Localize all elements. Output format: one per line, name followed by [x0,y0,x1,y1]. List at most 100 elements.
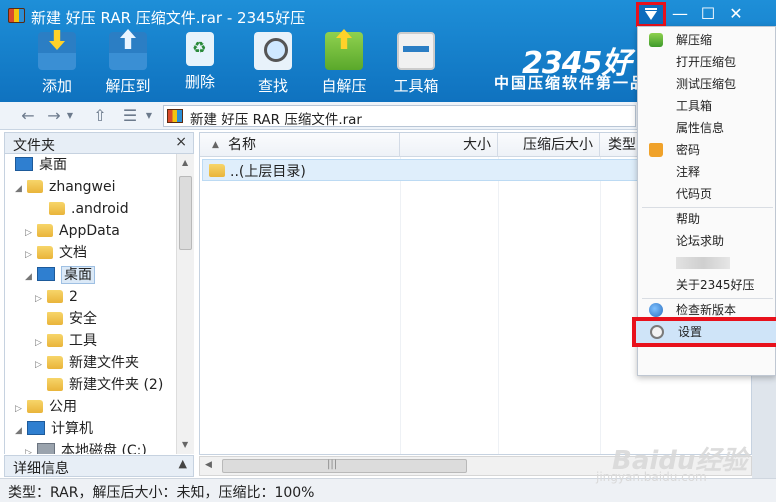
folder-tree: 桌面 ◢ zhangwei .android ▷ AppData ▷ 文档 ◢ 桌面 ▷… [4,154,176,454]
minimize-button[interactable]: — [666,2,694,26]
path-field[interactable]: 新建 好压 RAR 压缩文件.rar [163,105,636,128]
collapsed-arrow-icon[interactable]: ▷ [25,222,37,244]
menu-item-settings[interactable]: 设置 [632,317,776,347]
desktop-icon [37,267,55,281]
tree-item-appdata[interactable]: ▷ AppData [25,220,120,242]
column-size[interactable]: 大小 [400,133,498,157]
expanded-arrow-icon[interactable]: ◢ [15,420,27,442]
expanded-arrow-icon[interactable]: ◢ [25,266,37,288]
folder-panel-header: 文件夹 × [4,132,194,154]
collapsed-arrow-icon[interactable]: ▷ [35,354,47,376]
menu-bar-icon [645,8,657,10]
tree-item-drive-c[interactable]: ▷ 本地磁盘 (C:) [25,440,147,454]
menu-item-open-archive[interactable]: 打开压缩包 [638,51,775,73]
folder-icon [27,400,43,413]
toolbox-label: 工具箱 [393,77,439,95]
find-button[interactable]: 查找 [243,32,303,100]
rar-archive-icon [8,8,25,23]
folder-icon [37,224,53,237]
tree-item-desktop-selected[interactable]: ◢ 桌面 [25,264,95,286]
lock-icon [649,143,663,157]
folder-icon [47,290,63,303]
menu-item-about[interactable]: 关于2345好压 [638,274,775,296]
collapsed-arrow-icon[interactable]: ▷ [35,288,47,310]
menu-item-extract[interactable]: 解压缩 [638,29,775,51]
collapsed-arrow-icon[interactable]: ▷ [25,244,37,266]
self-extract-label: 自解压 [321,77,367,95]
scrollbar-thumb[interactable]: ||| [222,459,467,473]
tree-item-documents[interactable]: ▷ 文档 [25,242,87,264]
drive-icon [37,443,55,454]
scrollbar-thumb[interactable] [179,176,192,250]
menu-item-properties[interactable]: 属性信息 [638,117,775,139]
details-title: 详细信息 [13,461,69,477]
tree-item-zhangwei[interactable]: ◢ zhangwei [15,176,116,198]
menu-item-toolbox[interactable]: 工具箱 [638,95,775,117]
expanded-arrow-icon[interactable]: ◢ [15,178,27,200]
menu-item-test-archive[interactable]: 测试压缩包 [638,73,775,95]
view-dropdown-icon[interactable]: ▼ [143,106,155,126]
desktop-icon [15,157,33,171]
grip-icon: ||| [327,459,338,470]
back-arrow-icon[interactable]: ← [18,106,38,126]
scroll-down-icon[interactable]: ▼ [182,440,188,449]
window-title: 新建 好压 RAR 压缩文件.rar - 2345好压 [31,9,306,27]
close-button[interactable]: ✕ [722,2,750,26]
tree-item-tools[interactable]: ▷ 工具 [35,330,97,352]
menu-item-comment[interactable]: 注释 [638,161,775,183]
menu-item-password[interactable]: 密码 [638,139,775,161]
forward-arrow-icon[interactable]: → [44,106,64,126]
toolbox-button[interactable]: 工具箱 [386,32,446,100]
close-icon[interactable]: × [175,134,187,150]
forward-dropdown-icon[interactable]: ▼ [64,106,76,126]
tree-scrollbar[interactable]: ▲ ▼ [176,154,194,454]
tree-item-android[interactable]: .android [37,198,129,220]
tree-item-public[interactable]: ▷ 公用 [15,396,77,418]
extract-to-label: 解压到 [105,77,151,95]
delete-button[interactable]: 删除 [170,32,230,100]
column-packed-size[interactable]: 压缩后大小 [498,133,600,157]
extract-icon [649,33,663,47]
baidu-jingyan-url: jingyan.baidu.com [596,470,707,484]
tree-item-computer[interactable]: ◢ 计算机 [15,418,93,440]
chevron-up-icon[interactable]: ▲ [179,457,187,470]
blurred-menu-item [676,257,730,269]
user-folder-icon [27,180,43,193]
computer-icon [27,421,45,435]
tree-item-2[interactable]: ▷ 2 [35,286,78,308]
main-menu-button[interactable] [636,2,666,27]
tree-item-new-folder-2[interactable]: 新建文件夹 (2) [35,374,163,396]
add-icon [38,32,76,70]
column-divider [600,157,601,454]
folder-icon [47,356,63,369]
collapsed-arrow-icon[interactable]: ▷ [25,442,37,454]
up-folder-icon[interactable]: ⇧ [90,106,110,126]
scroll-left-icon[interactable]: ◀ [205,460,212,470]
menu-item-forum-help[interactable]: 论坛求助 [638,230,775,252]
column-name[interactable]: ▲ 名称 [200,133,400,157]
tree-item-new-folder[interactable]: ▷ 新建文件夹 [35,352,139,374]
details-panel-header[interactable]: 详细信息 ▲ [4,455,194,477]
folder-panel-title: 文件夹 [13,138,55,154]
column-divider [400,157,401,454]
folder-icon [47,334,63,347]
column-divider [498,157,499,454]
menu-item-codepage[interactable]: 代码页 [638,183,775,205]
view-list-icon[interactable]: ☰ [120,106,140,126]
gear-icon [650,325,664,339]
folder-icon [47,378,63,391]
collapsed-arrow-icon[interactable]: ▷ [15,398,27,420]
search-icon [254,32,292,70]
collapsed-arrow-icon[interactable]: ▷ [35,332,47,354]
sfx-icon [325,32,363,70]
tree-item-security[interactable]: 安全 [35,308,97,330]
maximize-button[interactable]: ☐ [694,2,722,26]
delete-label: 删除 [184,73,215,91]
menu-item-help[interactable]: 帮助 [638,208,775,230]
extract-to-button[interactable]: 解压到 [98,32,158,100]
tree-item-desktop[interactable]: 桌面 [15,154,67,176]
scroll-up-icon[interactable]: ▲ [182,158,188,167]
sort-ascending-icon: ▲ [212,140,219,150]
add-button[interactable]: 添加 [27,32,87,100]
self-extract-button[interactable]: 自解压 [314,32,374,100]
